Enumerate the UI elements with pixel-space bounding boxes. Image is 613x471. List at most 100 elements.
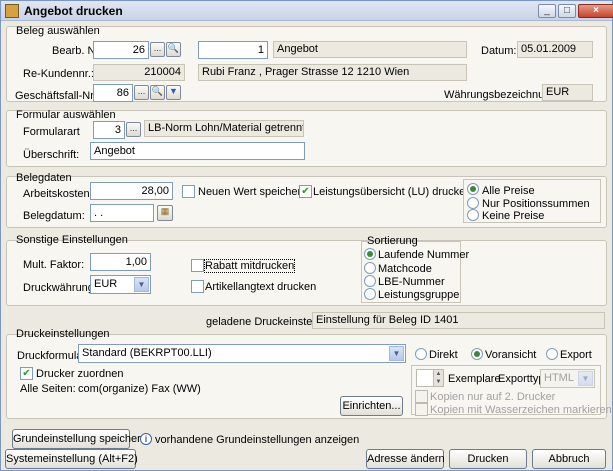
adresse-aendern-button[interactable]: Adresse ändern [366,449,445,469]
belegdatum-input[interactable]: . . [90,204,154,222]
ueberschrift-label: Überschrift: [23,149,80,161]
chevron-down-icon[interactable]: ▼ [578,371,593,386]
ueberschrift-input[interactable]: Angebot [90,142,305,160]
formularart-desc-field: LB-Norm Lohn/Material getrennt [144,120,304,137]
preise-radio-positionssummen[interactable] [467,197,479,209]
formular-legend: Formular auswählen [16,109,116,121]
sortierung-label-laufende: Laufende Nummer [378,249,470,261]
drucker-zuordnen-checkbox[interactable]: ✔ [20,367,33,380]
faktor-input[interactable]: 1,00 [90,253,151,271]
app-icon [5,4,19,18]
datum-field: 05.01.2009 [517,41,593,58]
formularart-ellipsis-button[interactable]: ... [126,122,141,137]
maximize-button[interactable]: □ [558,4,576,18]
doc-number-input[interactable]: 1 [198,41,268,59]
abbruch-button[interactable]: Abbruch [532,449,606,469]
mode-label-voransicht: Voransicht [485,349,537,361]
datum-label: Datum: [481,45,517,57]
chevron-down-icon[interactable]: ▼ [134,277,149,292]
drucken-button[interactable]: Drucken [449,449,527,469]
minimize-button[interactable]: _ [538,4,556,18]
waehrung-field: EUR [542,84,593,101]
sonstige-group [6,240,607,306]
sortierung-label-leistungsgruppe: Leistungsgruppe [378,289,460,301]
sortierung-radio-lbe[interactable] [364,275,376,287]
neuer-wert-label: Neuen Wert speichern [198,186,308,198]
mode-label-direkt: Direkt [429,349,458,361]
dialog-window: Angebot drucken _ □ × Beleg auswählen Be… [0,0,613,471]
rabatt-label: Rabatt mitdrucken [203,259,296,273]
sortierung-label-matchcode: Matchcode [378,263,432,275]
rabatt-checkbox[interactable] [191,259,204,272]
belegdatum-label: Belegdatum: [23,210,85,222]
geschaeft-ellipsis-button[interactable]: ... [134,85,149,100]
preise-label-keine: Keine Preise [482,210,545,222]
preise-label-positionssummen: Nur Positionssummen [482,198,590,210]
kopien-wasser-checkbox[interactable] [415,403,428,416]
sortierung-radio-matchcode[interactable] [364,262,376,274]
neuer-wert-checkbox[interactable] [182,185,195,198]
exemplare-spinner[interactable]: ▲ ▼ [416,369,444,387]
sortierung-radio-leistungsgruppe[interactable] [364,288,376,300]
doc-type-field: Angebot [273,41,467,58]
mode-radio-export[interactable] [546,348,558,360]
druckwaehrung-label: Druckwährung: [23,282,97,294]
beleg-legend: Beleg auswählen [16,25,100,37]
kopien-2-checkbox[interactable] [415,390,428,403]
chevron-down-icon[interactable]: ▼ [389,346,404,361]
kunde-label: Re-Kundennr.: [23,68,94,80]
artikellang-label: Artikellangtext drucken [205,281,317,293]
sortierung-legend: Sortierung [367,235,418,247]
sonstige-legend: Sonstige Einstellungen [16,234,128,246]
spin-down-icon[interactable]: ▼ [433,378,443,386]
arbeitskosten-label: Arbeitskosten: [23,188,93,200]
calendar-icon[interactable]: ▦ [157,205,173,221]
geschaeft-down-icon[interactable]: ▼ [166,85,181,100]
preise-radio-alle[interactable] [467,183,479,195]
einrichten-button[interactable]: Einrichten... [340,396,403,416]
bearb-search-icon[interactable]: 🔍 [166,42,181,57]
druckwaehrung-value: EUR [94,278,118,290]
formularart-label: Formularart [23,126,80,138]
preise-label-alle: Alle Preise [482,185,535,197]
leistungs-checkbox[interactable]: ✔ [299,185,312,198]
druckwaehrung-select[interactable]: EUR ▼ [90,275,151,294]
close-button[interactable]: × [578,4,613,18]
mode-label-export: Export [560,349,592,361]
sortierung-radio-laufende[interactable] [364,248,376,260]
druckformular-select[interactable]: Standard (BEKRPT00.LLI) ▼ [78,344,406,363]
bearb-ellipsis-button[interactable]: ... [150,42,165,57]
geschaeft-input[interactable]: 86 [93,84,133,102]
spin-up-icon[interactable]: ▲ [433,370,443,378]
grundeinstellung-button[interactable]: Grundeinstellung speichern [12,429,147,449]
druckformular-value: Standard (BEKRPT00.LLI) [82,347,212,359]
geschaeft-search-icon[interactable]: 🔍 [150,85,165,100]
window-title: Angebot drucken [24,4,123,18]
vorhandene-link[interactable]: vorhandene Grundeinstellungen anzeigen [155,434,359,446]
exporttyp-select[interactable]: HTML ▼ [540,369,595,388]
belegdaten-legend: Belegdaten [16,172,72,184]
mode-radio-voransicht[interactable] [471,348,483,360]
mode-radio-direkt[interactable] [415,348,427,360]
formularart-input[interactable]: 3 [93,121,125,139]
bearb-input[interactable]: 26 [93,41,149,59]
title-bar[interactable]: Angebot drucken _ □ × [1,1,613,21]
systemeinstellung-button[interactable]: Systemeinstellung (Alt+F2) [5,449,138,469]
preise-radio-keine[interactable] [467,209,479,221]
geschaeft-label: Geschäftsfall-Nr.: [15,90,100,102]
faktor-label: Mult. Faktor: [23,259,85,271]
leistungs-label: Leistungsübersicht (LU) drucken [313,186,472,198]
kopien-2-label: Kopien nur auf 2. Drucker [430,391,556,403]
drucker-zuordnen-label: Drucker zuordnen [36,368,124,380]
geladene-field: Einstellung für Beleg ID 1401 [312,312,605,329]
druck-legend: Druckeinstellungen [16,328,110,340]
arbeitskosten-input[interactable]: 28,00 [90,182,173,200]
kunde-address-field: Rubi Franz , Prager Strasse 12 1210 Wien [198,64,467,81]
sortierung-label-lbe: LBE-Nummer [378,276,445,288]
exemplare-label: Exemplare [448,373,501,385]
alle-seiten-label: Alle Seiten: [20,383,76,395]
alle-seiten-value: com(organize) Fax (WW) [78,383,201,395]
kopien-wasser-label: Kopien mit Wasserzeichen markieren [430,404,612,416]
artikellang-checkbox[interactable] [191,280,204,293]
exporttyp-value: HTML [544,372,574,384]
